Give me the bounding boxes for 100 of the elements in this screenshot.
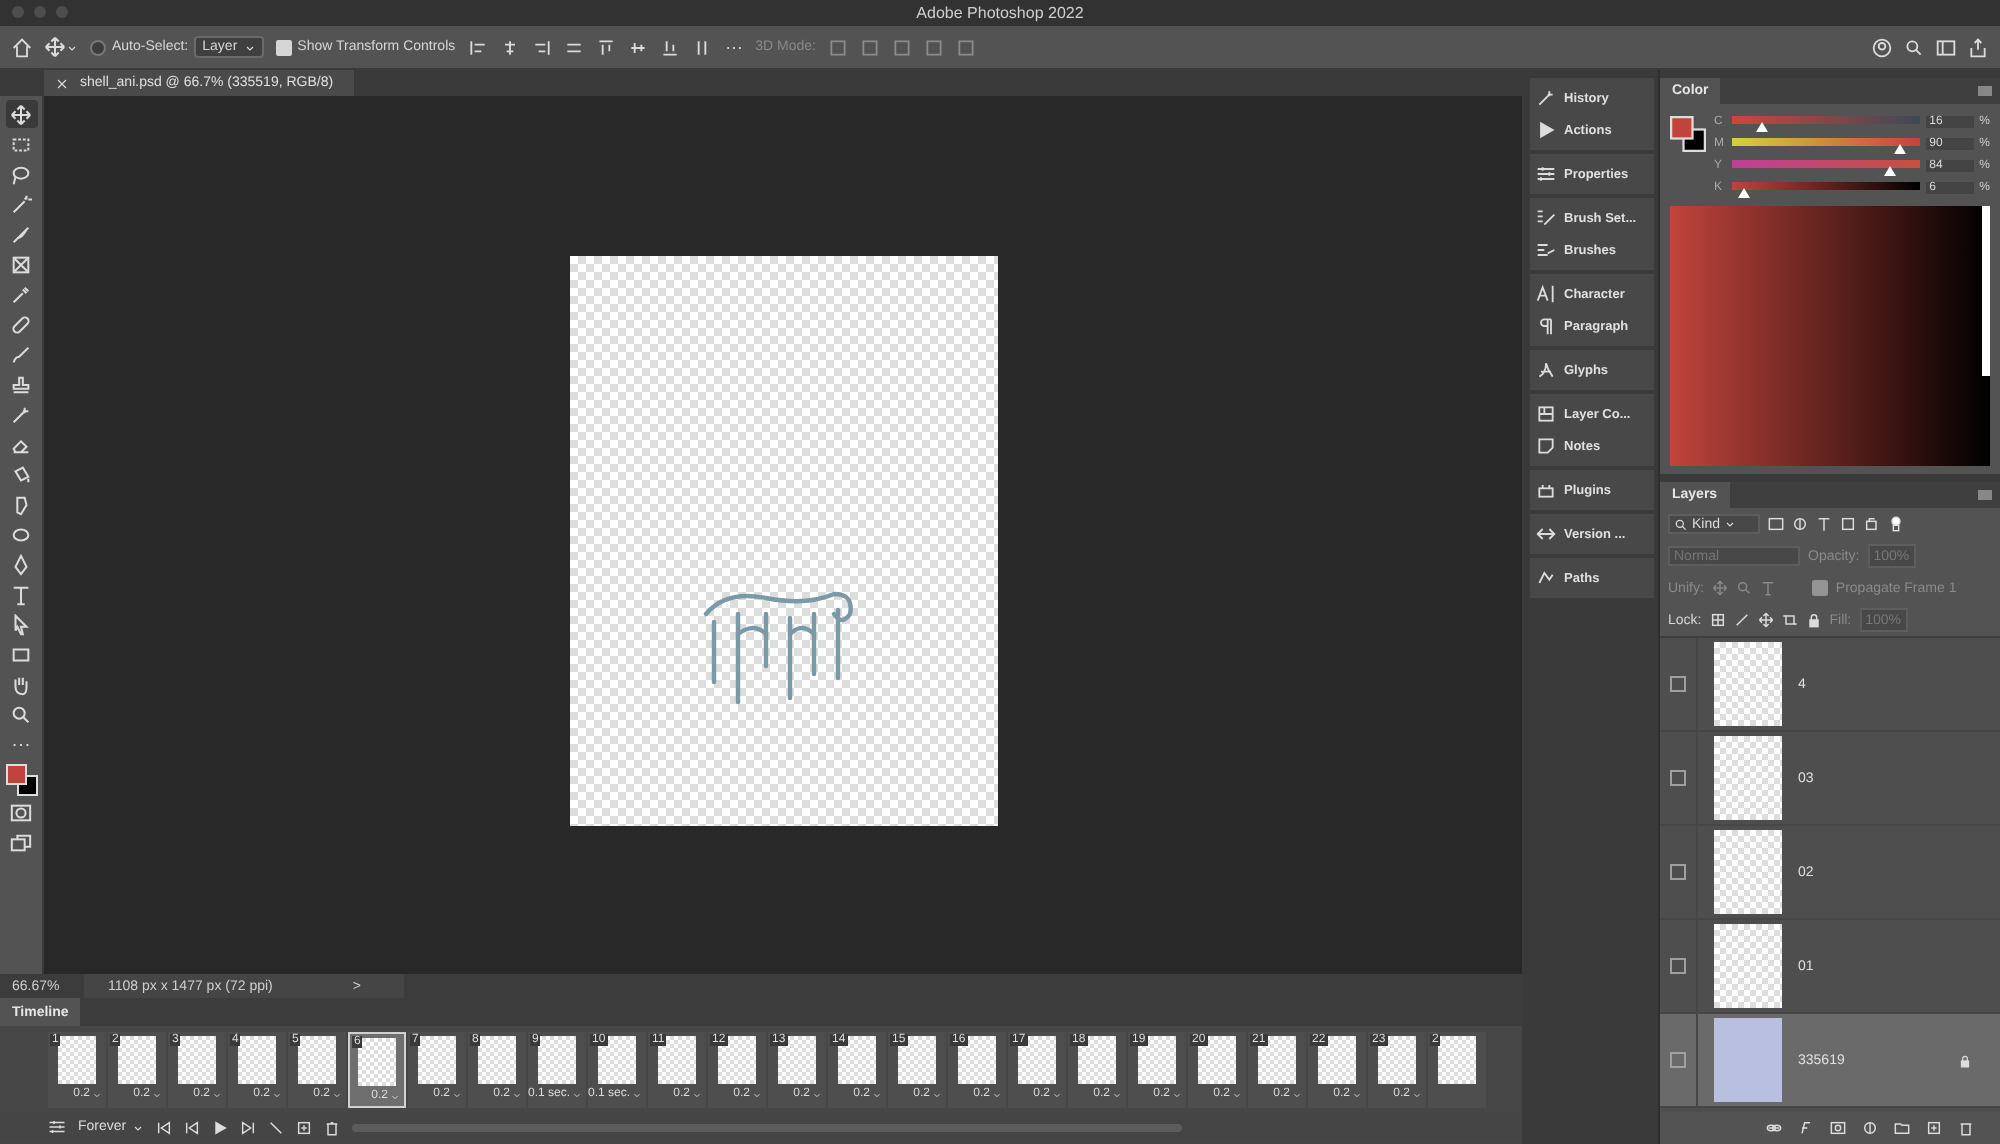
brushes-icon [1536,240,1556,260]
visibility-toggle[interactable] [1670,958,1686,974]
bandage-icon [10,313,32,335]
frame-thumbnail [298,1036,336,1084]
close-icon[interactable] [56,77,68,89]
layer-thumbnail [1714,736,1782,820]
layer-comp-icon [1536,404,1556,424]
color-swatches[interactable] [1670,116,1706,152]
color-swatches[interactable] [5,764,37,796]
visibility-toggle[interactable] [1670,676,1686,692]
wand-icon [10,193,32,215]
convert-timeline-button[interactable] [48,1118,66,1136]
align-icon[interactable] [595,37,616,57]
drop-icon [10,493,32,515]
brush-tip-icon [10,223,32,245]
visibility-toggle[interactable] [1670,770,1686,786]
chevron-icon [1052,1089,1062,1099]
eyedropper-icon [10,283,32,305]
new-layer-button[interactable] [1926,1120,1942,1136]
rectangle-icon [10,643,32,665]
history-brush-icon [1536,88,1556,108]
checker-lock-icon[interactable] [1709,612,1726,628]
brush-icon [10,343,32,365]
new-group-button[interactable] [1894,1120,1910,1136]
visibility-toggle[interactable] [1670,864,1686,880]
tool-button[interactable] [5,100,37,128]
move-tool-button[interactable] [44,36,78,58]
frame-thumbnail [478,1036,516,1084]
align-icon[interactable] [659,37,680,57]
tween-button[interactable] [268,1119,285,1135]
frame-thumbnail [178,1036,216,1084]
home-button[interactable] [12,37,32,57]
chevron-icon [452,1089,462,1099]
next-frame-button[interactable] [240,1119,257,1135]
zoom-icon [10,703,32,725]
person-button[interactable] [1872,37,1892,57]
pilcrow-icon [1536,316,1556,336]
artboard-lock-icon[interactable] [1781,612,1798,628]
paint-bucket-icon [10,463,32,485]
chevron-icon [1352,1089,1362,1099]
align-icon[interactable] [531,37,552,57]
frame-thumbnail [58,1036,96,1084]
search-button[interactable] [1904,37,1924,57]
note-icon [1536,436,1556,456]
layer-thumbnail [1714,1018,1782,1102]
frame-thumbnail [358,1038,396,1086]
chevron-icon [390,1091,400,1101]
history-brush-icon [10,403,32,425]
chevron-icon [1292,1089,1302,1099]
workspace-button[interactable] [1936,37,1956,57]
chevron-icon [692,1089,702,1099]
layer-thumbnail [1714,924,1782,1008]
move-lock-icon[interactable] [1757,612,1774,628]
chevron-icon [752,1089,762,1099]
chevron-icon [1112,1089,1122,1099]
lock-icon[interactable] [1805,612,1822,628]
frame-thumbnail [418,1036,456,1084]
align-icon[interactable] [499,37,520,57]
link-layers-button[interactable] [1766,1120,1782,1136]
frame-thumbnail [1438,1036,1476,1084]
chevron-icon [572,1089,582,1099]
chevron-icon [932,1089,942,1099]
align-icon[interactable] [627,37,648,57]
auto-select-checkbox[interactable] [90,39,106,55]
previous-frame-button[interactable] [184,1119,201,1135]
share-button[interactable] [1968,37,1988,57]
chevron-icon [132,1121,145,1133]
adjustment-layer-button[interactable] [1862,1120,1878,1136]
chevron-icon [152,1089,162,1099]
propagate-checkbox[interactable] [1811,580,1828,596]
smart-object-filter-icon[interactable] [1864,516,1880,532]
brush-lock-icon[interactable] [1733,612,1750,628]
play-button[interactable] [212,1119,229,1135]
align-icon[interactable] [467,37,488,57]
first-frame-button[interactable] [156,1119,173,1135]
type-filter-icon[interactable] [1816,516,1832,532]
layer-thumbnail [1714,642,1782,726]
color-ramp[interactable] [1670,206,1990,466]
chevron-icon [272,1089,282,1099]
visibility-toggle[interactable] [1670,1052,1686,1068]
duplicate-frame-button[interactable] [296,1119,313,1135]
layer-style-button[interactable] [1798,1120,1814,1136]
image-filter-icon[interactable] [1768,516,1784,532]
chevron-icon [992,1089,1002,1099]
shape-filter-icon[interactable] [1840,516,1856,532]
chevron-icon [1232,1089,1242,1099]
chevron-icon [1724,518,1737,530]
adjustment-filter-icon[interactable] [1792,516,1808,532]
transform-controls-checkbox[interactable] [275,39,292,55]
pen-nib-icon [10,553,32,575]
filter-toggle-icon[interactable] [1888,516,1904,532]
glyph-icon [1536,360,1556,380]
type-icon [10,583,32,605]
sliders-icon [1536,164,1556,184]
crossed-frame-icon [10,253,32,275]
delete-frame-button[interactable] [324,1119,341,1135]
delete-layer-button[interactable] [1958,1120,1974,1136]
stamp-icon [10,373,32,395]
add-mask-button[interactable] [1830,1120,1846,1136]
frame-thumbnail [118,1036,156,1084]
